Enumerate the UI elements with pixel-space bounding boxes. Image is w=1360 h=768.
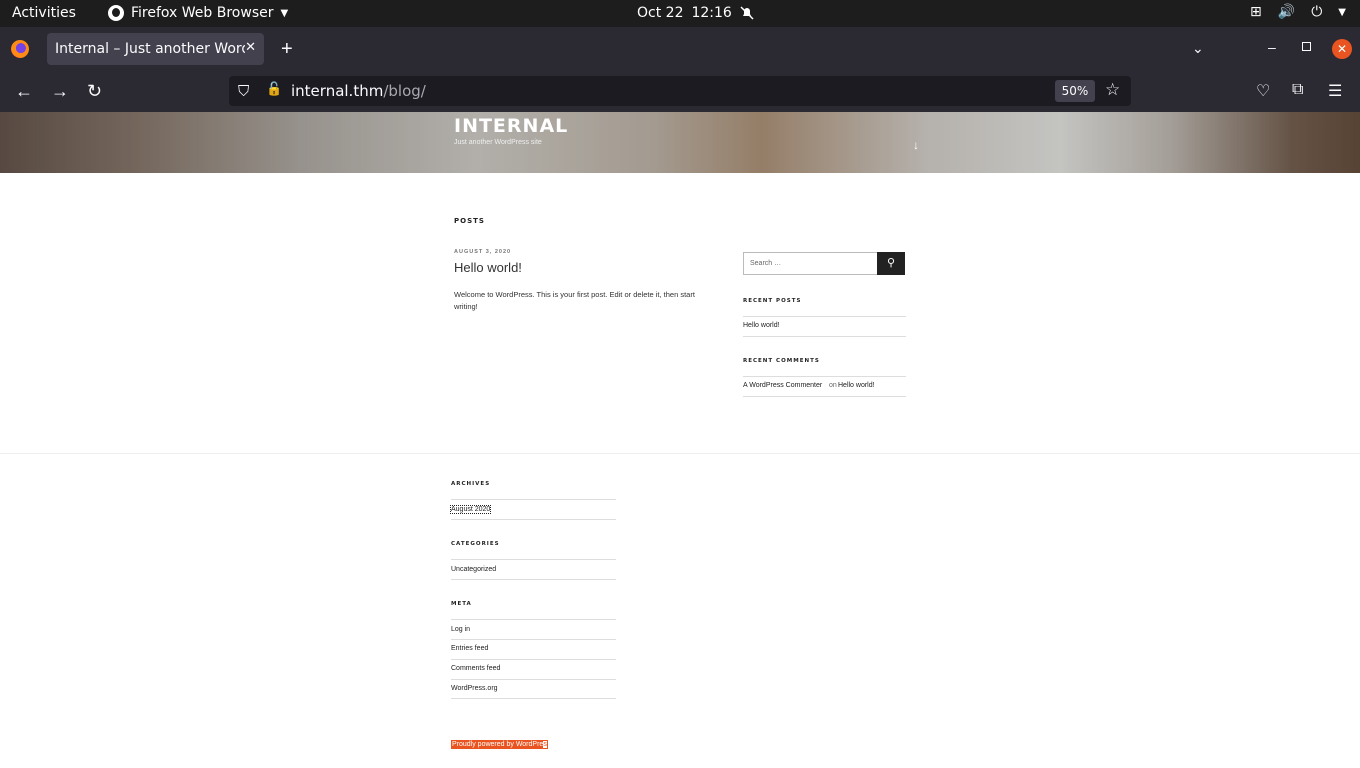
volume-icon: 🔊 xyxy=(1277,4,1296,20)
zoom-reset-button[interactable]: 50% xyxy=(1055,80,1095,102)
url-host: internal.thm xyxy=(291,82,384,100)
tab-internal[interactable]: Internal – Just another WordPress site ✕ xyxy=(47,33,264,65)
extensions-icon[interactable]: ⧉ xyxy=(1292,81,1303,99)
divider xyxy=(451,659,616,660)
comment-on-text: on xyxy=(829,382,837,389)
list-all-tabs-button[interactable]: ⌄ xyxy=(1192,40,1204,57)
caret-down-icon: ▼ xyxy=(280,7,289,19)
app-menu[interactable]: Firefox Web Browser ▼ xyxy=(108,5,288,21)
divider xyxy=(451,679,616,680)
site-title[interactable]: INTERNAL xyxy=(454,115,568,137)
post-date[interactable]: AUGUST 3, 2020 xyxy=(454,249,511,255)
search-icon[interactable]: ⚲ xyxy=(877,252,905,275)
divider xyxy=(451,639,616,640)
divider xyxy=(743,316,906,317)
tray-caret-icon: ▼ xyxy=(1338,6,1346,18)
back-button[interactable]: ← xyxy=(15,81,33,101)
pocket-icon[interactable]: ♡ xyxy=(1256,81,1270,101)
recent-posts-title: RECENT POSTS xyxy=(743,298,802,304)
network-icon: ⊞ xyxy=(1250,4,1262,20)
recent-post-link[interactable]: Hello world! xyxy=(743,322,780,329)
activities-button[interactable]: Activities xyxy=(12,5,76,21)
new-tab-button[interactable]: + xyxy=(281,39,293,59)
header-image xyxy=(0,112,1360,173)
meta-title: META xyxy=(451,601,472,607)
divider xyxy=(451,499,616,500)
divider xyxy=(743,376,906,377)
divider xyxy=(451,698,616,699)
categories-title: CATEGORIES xyxy=(451,541,500,547)
meta-link-log-in[interactable]: Log in xyxy=(451,626,470,633)
firefox-app-icon xyxy=(108,5,124,21)
system-top-bar: Activities Firefox Web Browser ▼ Oct 22 … xyxy=(0,0,1360,27)
divider xyxy=(743,336,906,337)
clock-date: Oct 22 xyxy=(637,5,684,21)
site-description: Just another WordPress site xyxy=(454,139,542,146)
app-menu-hamburger-icon[interactable]: ☰ xyxy=(1328,81,1342,101)
clock-time: 12:16 xyxy=(691,5,732,21)
app-menu-label: Firefox Web Browser xyxy=(131,5,274,21)
meta-link-comments-feed[interactable]: Comments feed xyxy=(451,665,500,672)
powered-by-wordpress-link[interactable]: Proudly powered by WordPres xyxy=(451,740,548,749)
web-page: INTERNAL Just another WordPress site ↓ P… xyxy=(0,112,1360,768)
tab-bar: Internal – Just another WordPress site ✕… xyxy=(0,27,1360,71)
scroll-down-icon[interactable]: ↓ xyxy=(913,138,919,152)
archives-title: ARCHIVES xyxy=(451,481,491,487)
search-input[interactable]: Search … xyxy=(743,252,878,275)
divider xyxy=(451,579,616,580)
bookmark-star-icon[interactable]: ☆ xyxy=(1105,80,1120,100)
reload-button[interactable]: ↻ xyxy=(87,81,102,101)
comment-post-link[interactable]: Hello world! xyxy=(838,382,875,389)
posts-heading: POSTS xyxy=(454,217,485,225)
url-path: /blog/ xyxy=(383,82,426,100)
minimize-button[interactable]: – xyxy=(1268,39,1276,55)
notifications-off-icon xyxy=(740,6,754,20)
power-icon: ⏻ xyxy=(1311,4,1323,20)
archive-link-august-2020[interactable]: August 2020 xyxy=(449,505,492,514)
powered-text-tail: s xyxy=(543,741,547,748)
clock[interactable]: Oct 22 12:16 xyxy=(637,5,754,21)
firefox-logo-icon xyxy=(11,40,29,58)
system-tray[interactable]: ⊞ 🔊 ⏻ ▼ xyxy=(1250,4,1346,20)
meta-link-wordpress-org[interactable]: WordPress.org xyxy=(451,685,498,692)
divider xyxy=(451,519,616,520)
footer-divider xyxy=(0,453,1360,454)
maximize-button[interactable] xyxy=(1302,42,1311,51)
comment-author-link[interactable]: A WordPress Commenter xyxy=(743,382,822,389)
meta-link-entries-feed[interactable]: Entries feed xyxy=(451,645,488,652)
url-text[interactable]: internal.thm/blog/ xyxy=(291,82,426,100)
navigation-bar: ← → ↻ ⛉ 🔓 internal.thm/blog/ 50% ☆ ♡ ⧉ ☰ xyxy=(0,71,1360,112)
powered-text: Proudly powered by WordPre xyxy=(452,741,544,748)
post-title[interactable]: Hello world! xyxy=(454,260,522,275)
close-window-button[interactable]: ✕ xyxy=(1332,39,1352,59)
forward-button[interactable]: → xyxy=(51,81,69,101)
tab-title: Internal – Just another WordPress site xyxy=(55,41,245,57)
insecure-lock-icon[interactable]: 🔓 xyxy=(266,82,282,97)
category-link-uncategorized[interactable]: Uncategorized xyxy=(451,566,496,573)
divider xyxy=(743,396,906,397)
divider xyxy=(451,619,616,620)
close-tab-icon[interactable]: ✕ xyxy=(245,40,256,55)
divider xyxy=(451,559,616,560)
post-excerpt: Welcome to WordPress. This is your first… xyxy=(454,290,695,311)
address-bar[interactable]: ⛉ 🔓 internal.thm/blog/ 50% ☆ xyxy=(229,76,1131,106)
tracking-protection-icon[interactable]: ⛉ xyxy=(238,82,249,100)
recent-comments-title: RECENT COMMENTS xyxy=(743,358,820,364)
